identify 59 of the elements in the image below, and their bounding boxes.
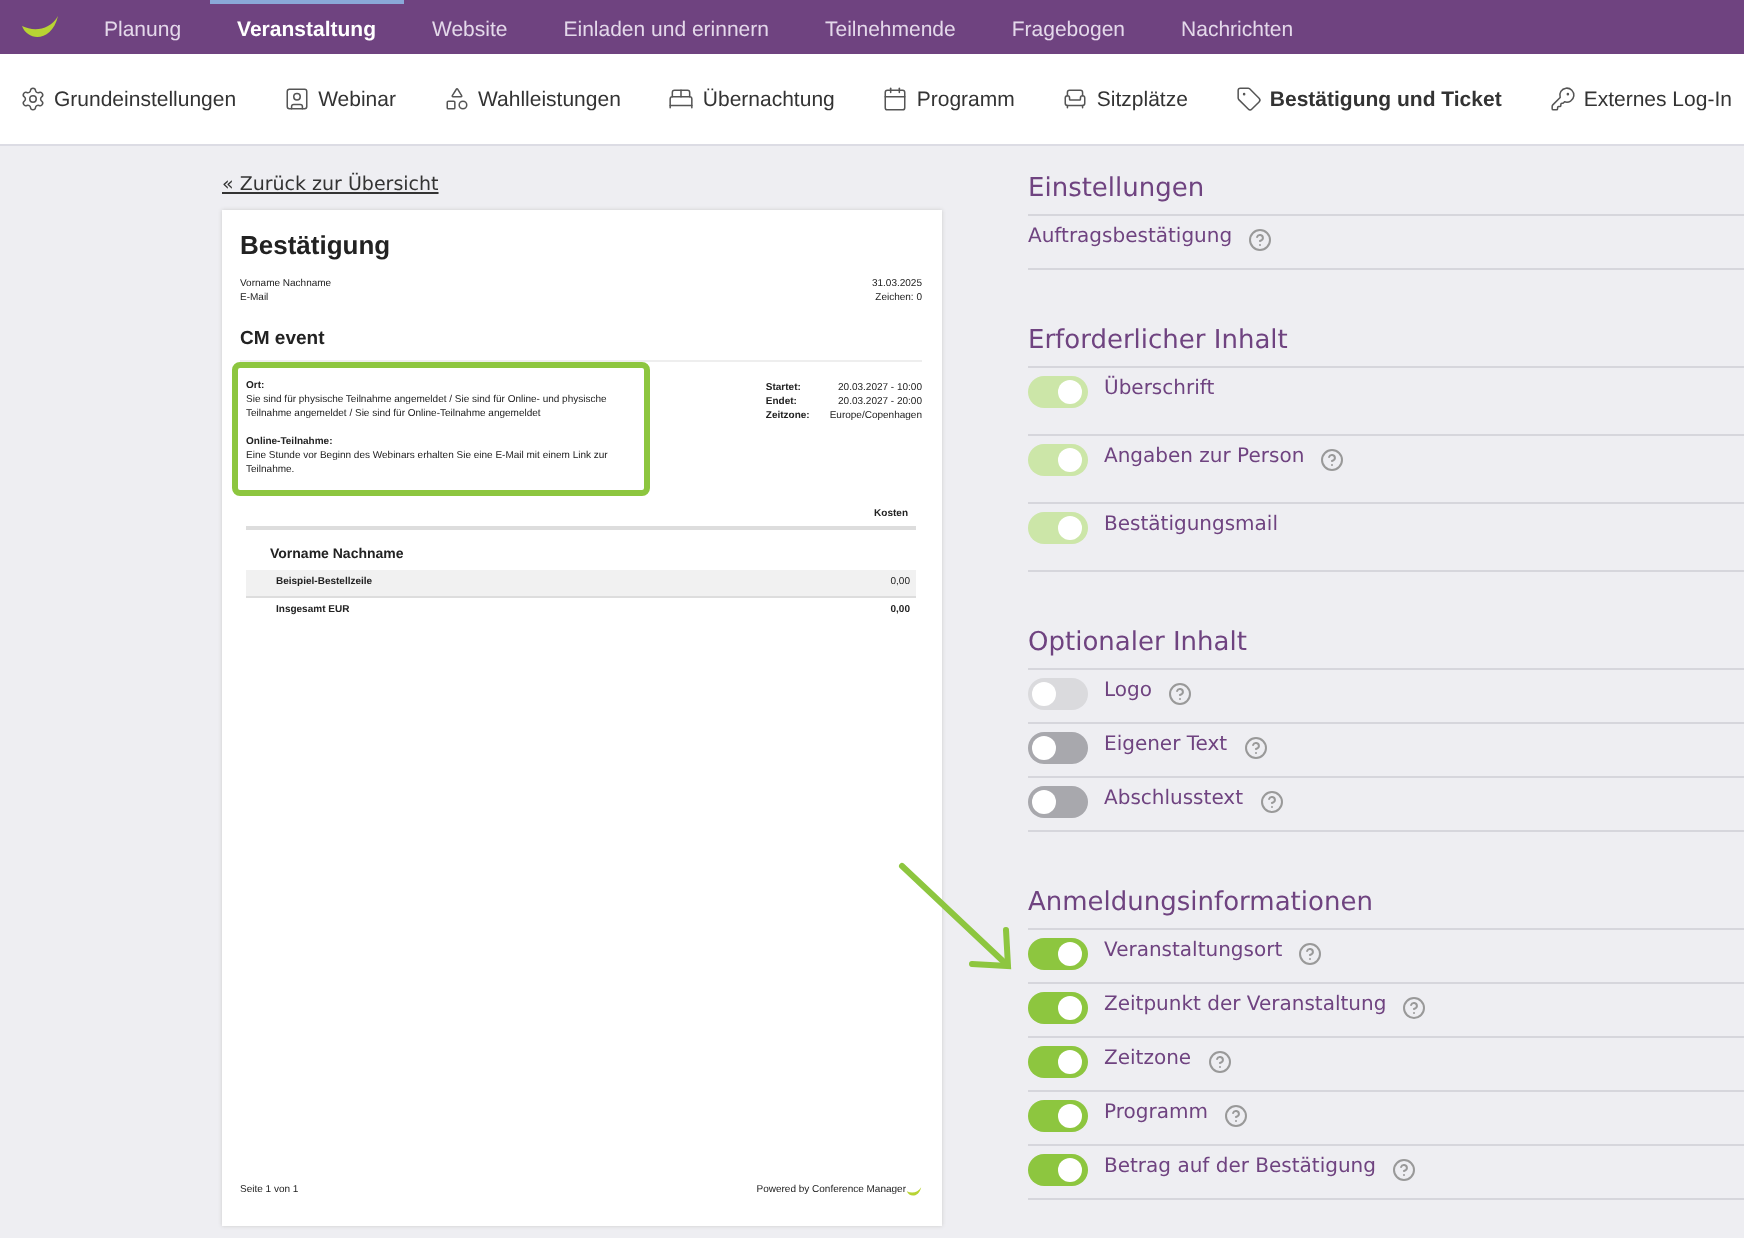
help-icon[interactable] bbox=[1248, 228, 1273, 252]
help-icon[interactable] bbox=[1207, 1050, 1232, 1074]
nav-tab[interactable]: Teilnehmende bbox=[796, 0, 984, 54]
setting-label: Zeitpunkt der Veranstaltung bbox=[1104, 992, 1387, 1020]
toggle-switch[interactable] bbox=[1028, 1046, 1088, 1078]
toggle-switch[interactable] bbox=[1028, 732, 1088, 764]
sub-nav-tab[interactable]: Wahlleistungen bbox=[444, 86, 621, 112]
setting-label: Eigener Text bbox=[1104, 732, 1228, 760]
nav-tab[interactable]: Fragebogen bbox=[983, 0, 1154, 54]
setting-label: Auftragsbestätigung bbox=[1028, 224, 1233, 252]
shapes-icon bbox=[444, 86, 470, 112]
help-icon[interactable] bbox=[1243, 736, 1268, 760]
nav-tab[interactable]: Nachrichten bbox=[1153, 0, 1322, 54]
toggle-switch[interactable] bbox=[1028, 938, 1088, 970]
toggle-switch[interactable] bbox=[1028, 1100, 1088, 1132]
setting-label: Logo bbox=[1104, 678, 1152, 706]
setting-label: Abschlusstext bbox=[1104, 786, 1244, 814]
back-link[interactable]: « Zurück zur Übersicht bbox=[222, 174, 942, 196]
sub-nav-tab[interactable]: Grundeinstellungen bbox=[20, 86, 237, 112]
person-frame-icon bbox=[284, 86, 311, 112]
nav-tab[interactable]: Einladen und erinnern bbox=[535, 0, 797, 54]
bed-icon bbox=[668, 86, 695, 112]
annotation-arrow bbox=[896, 860, 1016, 972]
gear-icon bbox=[20, 86, 46, 112]
sub-nav-tab[interactable]: Externes Log-In bbox=[1549, 86, 1732, 112]
banana-logo-icon bbox=[906, 1185, 922, 1197]
setting-label: Bestätigungsmail bbox=[1104, 512, 1278, 540]
toggle-switch[interactable] bbox=[1028, 1154, 1088, 1186]
setting-label: Zeitzone bbox=[1104, 1046, 1192, 1074]
chair-icon bbox=[1062, 86, 1089, 112]
setting-label: Programm bbox=[1104, 1100, 1208, 1128]
help-icon[interactable] bbox=[1298, 942, 1323, 966]
section-heading: Einstellungen bbox=[1028, 174, 1744, 216]
nav-tab[interactable]: Website bbox=[403, 0, 536, 54]
sub-nav-tab[interactable]: Bestätigung und Ticket bbox=[1235, 86, 1502, 112]
sub-nav-tab[interactable]: Programm bbox=[882, 86, 1015, 112]
section-heading: Anmeldungsinformationen bbox=[1028, 888, 1744, 930]
document-title: Bestätigung bbox=[240, 230, 393, 260]
banana-logo-icon[interactable] bbox=[20, 13, 60, 41]
key-icon bbox=[1549, 86, 1576, 112]
help-icon[interactable] bbox=[1223, 1104, 1248, 1128]
setting-label: Betrag auf der Bestätigung bbox=[1104, 1154, 1376, 1182]
help-icon[interactable] bbox=[1259, 790, 1284, 814]
setting-label: Veranstaltungsort bbox=[1104, 938, 1283, 966]
nav-tab[interactable]: Planung bbox=[76, 0, 210, 54]
sub-nav-tab[interactable]: Webinar bbox=[284, 86, 396, 112]
toggle-switch[interactable] bbox=[1028, 992, 1088, 1024]
setting-label: Überschrift bbox=[1104, 376, 1215, 404]
section-heading: Erforderlicher Inhalt bbox=[1028, 326, 1744, 368]
event-title: CM event bbox=[240, 328, 922, 362]
calendar-icon bbox=[882, 86, 909, 112]
setting-label: Angaben zur Person bbox=[1104, 444, 1305, 472]
sub-nav-tab[interactable]: Sitzplätze bbox=[1062, 86, 1188, 112]
toggle-switch[interactable] bbox=[1028, 786, 1088, 818]
section-heading: Optionaler Inhalt bbox=[1028, 628, 1744, 670]
help-icon[interactable] bbox=[1392, 1158, 1416, 1182]
tag-icon bbox=[1235, 86, 1262, 112]
sub-nav-tab[interactable]: Übernachtung bbox=[668, 86, 835, 112]
help-icon[interactable] bbox=[1402, 996, 1427, 1020]
